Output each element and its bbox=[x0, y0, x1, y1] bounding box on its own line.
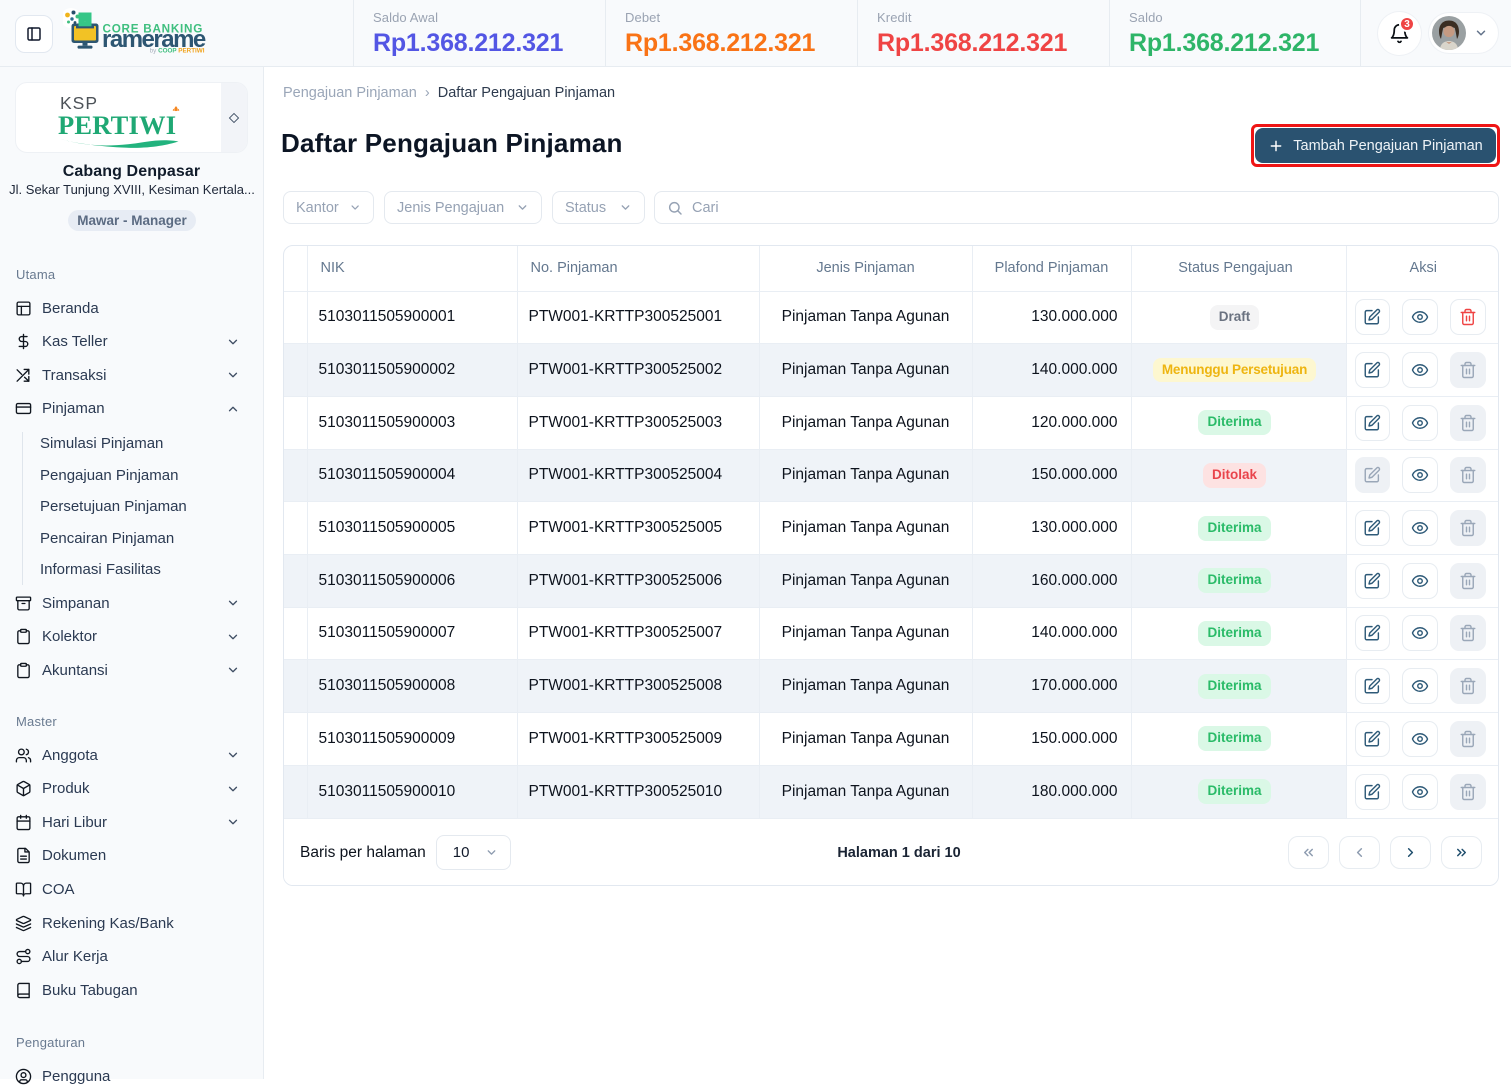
svg-text:by COOP PERTIWI: by COOP PERTIWI bbox=[150, 48, 205, 55]
